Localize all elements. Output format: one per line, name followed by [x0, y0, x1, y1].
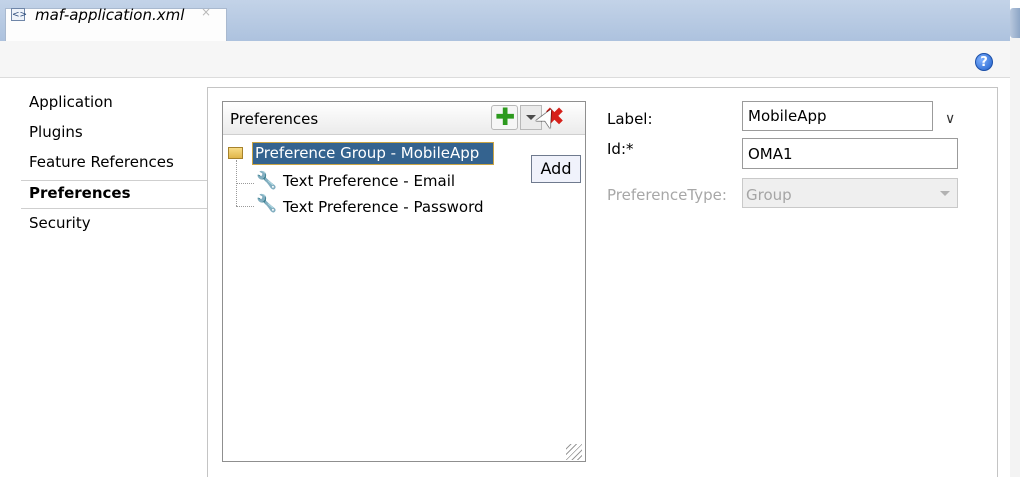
tree-connector [236, 206, 254, 207]
preferences-title: Preferences [230, 110, 319, 128]
chevron-down-icon [940, 191, 950, 196]
tree-item-preference-group[interactable]: Preference Group - MobileApp [255, 144, 479, 162]
tree-connector [236, 183, 254, 184]
tab-title[interactable]: maf-application.xml [35, 6, 184, 24]
tree-item-text-preference-password[interactable]: Text Preference - Password [283, 198, 484, 216]
tree-item-text-preference-email[interactable]: Text Preference - Email [283, 172, 455, 190]
wrench-icon: 🔧 [256, 194, 278, 214]
vertical-scrollbar[interactable] [1010, 38, 1020, 477]
wrench-icon: 🔧 [256, 171, 278, 191]
editor-header-strip [0, 41, 1010, 78]
preference-type-label: PreferenceType: [607, 186, 727, 204]
label-input[interactable] [742, 101, 933, 131]
xml-file-icon: <> [11, 8, 28, 21]
id-input[interactable] [742, 138, 958, 169]
nav-item-preferences[interactable]: Preferences [29, 184, 131, 202]
tab-close-icon[interactable]: × [201, 5, 211, 19]
chevron-down-icon[interactable]: ∨ [945, 111, 955, 127]
resize-grip[interactable] [566, 444, 582, 460]
nav-item-plugins[interactable]: Plugins [29, 123, 83, 141]
add-tooltip: Add [531, 155, 581, 183]
nav-item-security[interactable]: Security [29, 214, 91, 232]
folder-icon [228, 147, 243, 159]
tab-scroll-button[interactable] [1010, 8, 1020, 38]
label-field-label: Label: [607, 110, 653, 128]
plus-icon[interactable]: ✚ [495, 105, 515, 129]
nav-item-feature-references[interactable]: Feature References [29, 153, 174, 171]
preference-type-value: Group [746, 186, 792, 204]
nav-item-application[interactable]: Application [29, 93, 113, 111]
help-icon[interactable]: ? [975, 53, 993, 71]
id-field-label: Id:* [607, 140, 634, 158]
